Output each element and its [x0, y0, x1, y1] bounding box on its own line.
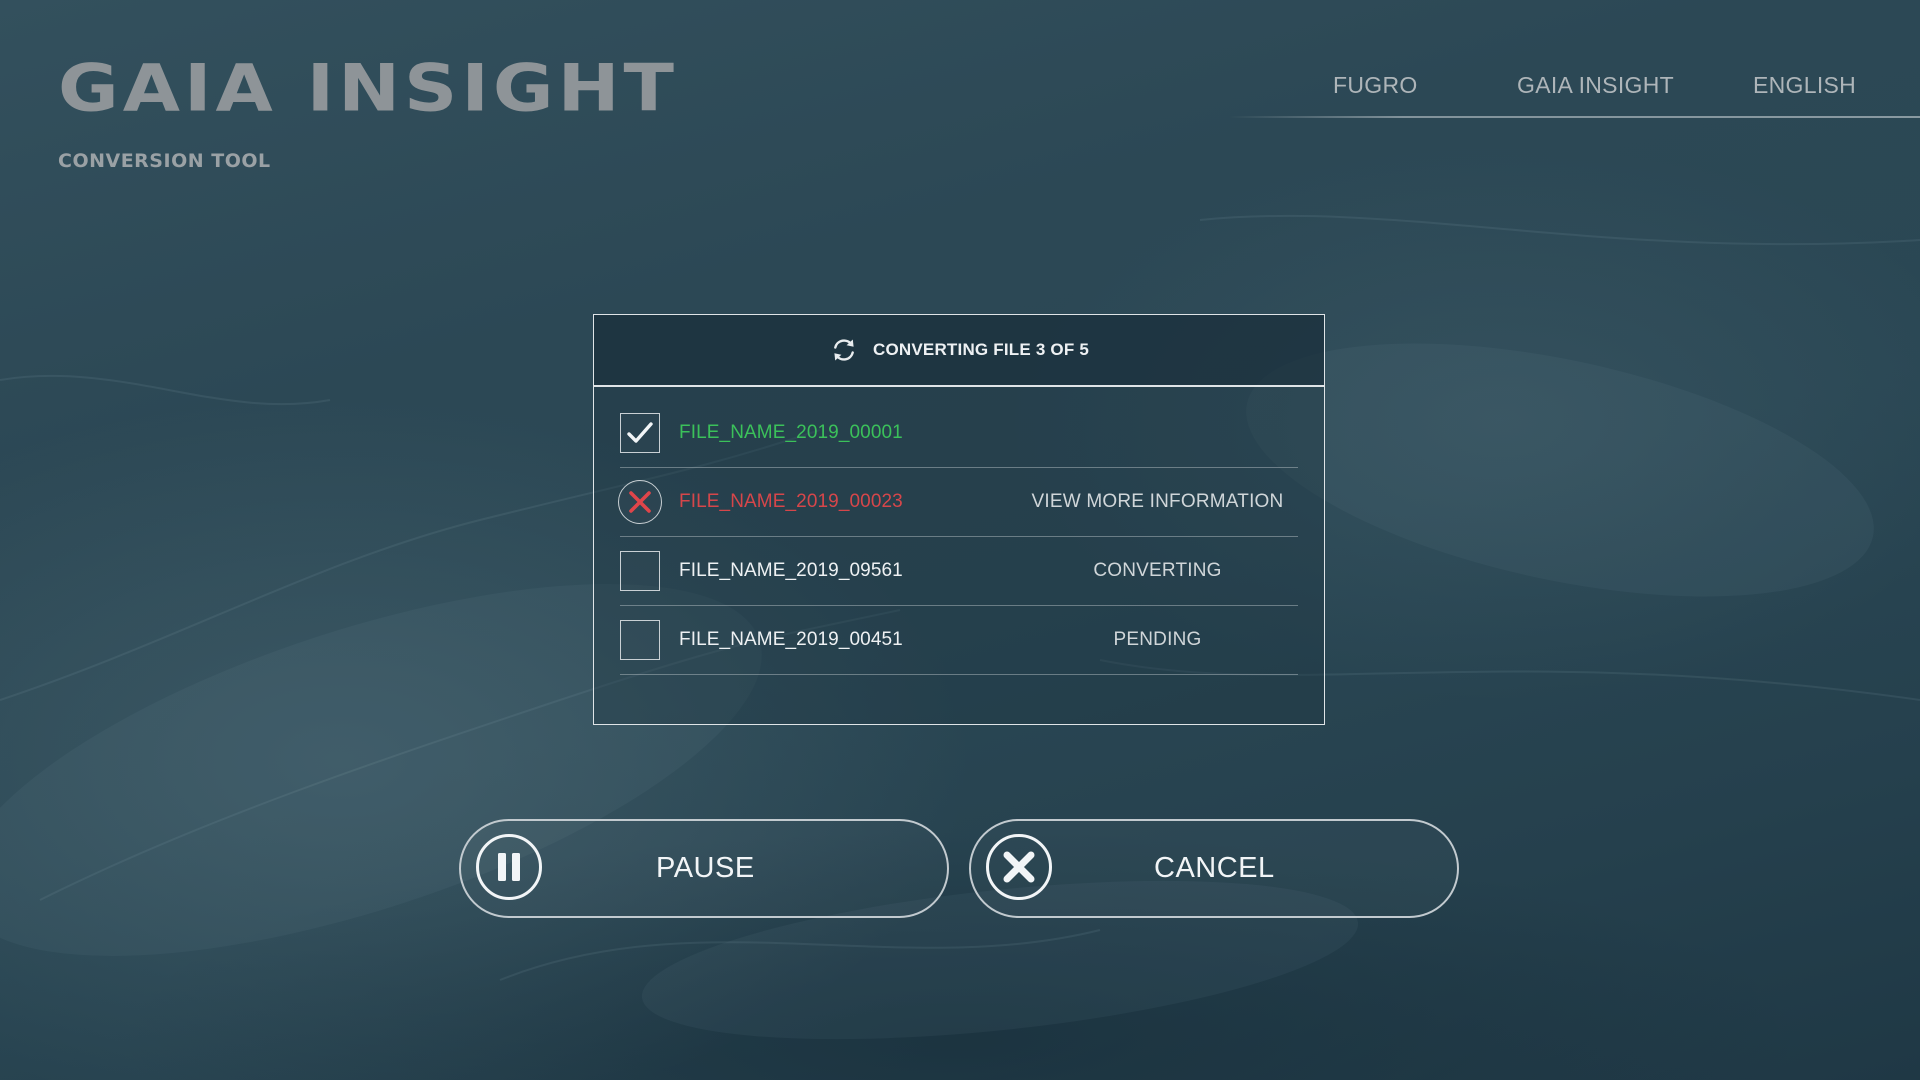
pause-button-label: PAUSE	[656, 852, 755, 884]
file-row[interactable]: FILE_NAME_2019_09561 CONVERTING	[620, 537, 1298, 606]
file-list: FILE_NAME_2019_00001 FILE_NAME_2019_0002…	[594, 387, 1324, 675]
pause-button[interactable]: PAUSE	[459, 819, 949, 918]
dialog-title: CONVERTING FILE 3 OF 5	[873, 340, 1089, 359]
file-status: CONVERTING	[1093, 560, 1222, 581]
cancel-button[interactable]: CANCEL	[969, 819, 1459, 918]
cancel-button-label: CANCEL	[1154, 852, 1275, 884]
dialog-header: CONVERTING FILE 3 OF 5	[594, 315, 1324, 387]
sync-icon	[834, 339, 854, 361]
file-row[interactable]: FILE_NAME_2019_00023 VIEW MORE INFORMATI…	[618, 468, 1300, 537]
error-x-icon	[629, 491, 651, 513]
nav-item-fugro[interactable]: FUGRO	[1333, 72, 1418, 99]
nav-divider	[1230, 116, 1920, 118]
pause-icon	[476, 834, 542, 900]
brand: GAIA INSIGHT CONVERSION TOOL	[58, 50, 679, 172]
cancel-x-icon	[986, 834, 1052, 900]
status-checkbox	[620, 551, 660, 591]
view-more-information-link[interactable]: VIEW MORE INFORMATION	[1015, 491, 1300, 513]
app-subtitle: CONVERSION TOOL	[58, 150, 271, 172]
status-error-circle	[618, 480, 662, 524]
file-name: FILE_NAME_2019_00451	[679, 629, 903, 650]
conversion-dialog: CONVERTING FILE 3 OF 5 FILE_NAME_2019_00…	[593, 314, 1325, 725]
status-checkbox	[620, 620, 660, 660]
file-status: PENDING	[1113, 629, 1202, 650]
checkmark-icon	[627, 422, 653, 443]
file-row[interactable]: FILE_NAME_2019_00451 PENDING	[620, 606, 1298, 675]
file-name: FILE_NAME_2019_00023	[679, 491, 903, 512]
file-name: FILE_NAME_2019_09561	[679, 560, 903, 581]
app-logo: GAIA INSIGHT	[58, 50, 679, 127]
top-navigation: FUGRO GAIA INSIGHT ENGLISH	[1230, 70, 1920, 118]
nav-item-language[interactable]: ENGLISH	[1753, 72, 1856, 99]
status-checkbox	[620, 413, 660, 453]
file-row[interactable]: FILE_NAME_2019_00001	[620, 399, 1298, 468]
file-name: FILE_NAME_2019_00001	[679, 422, 903, 443]
nav-item-gaia-insight[interactable]: GAIA INSIGHT	[1517, 72, 1674, 99]
